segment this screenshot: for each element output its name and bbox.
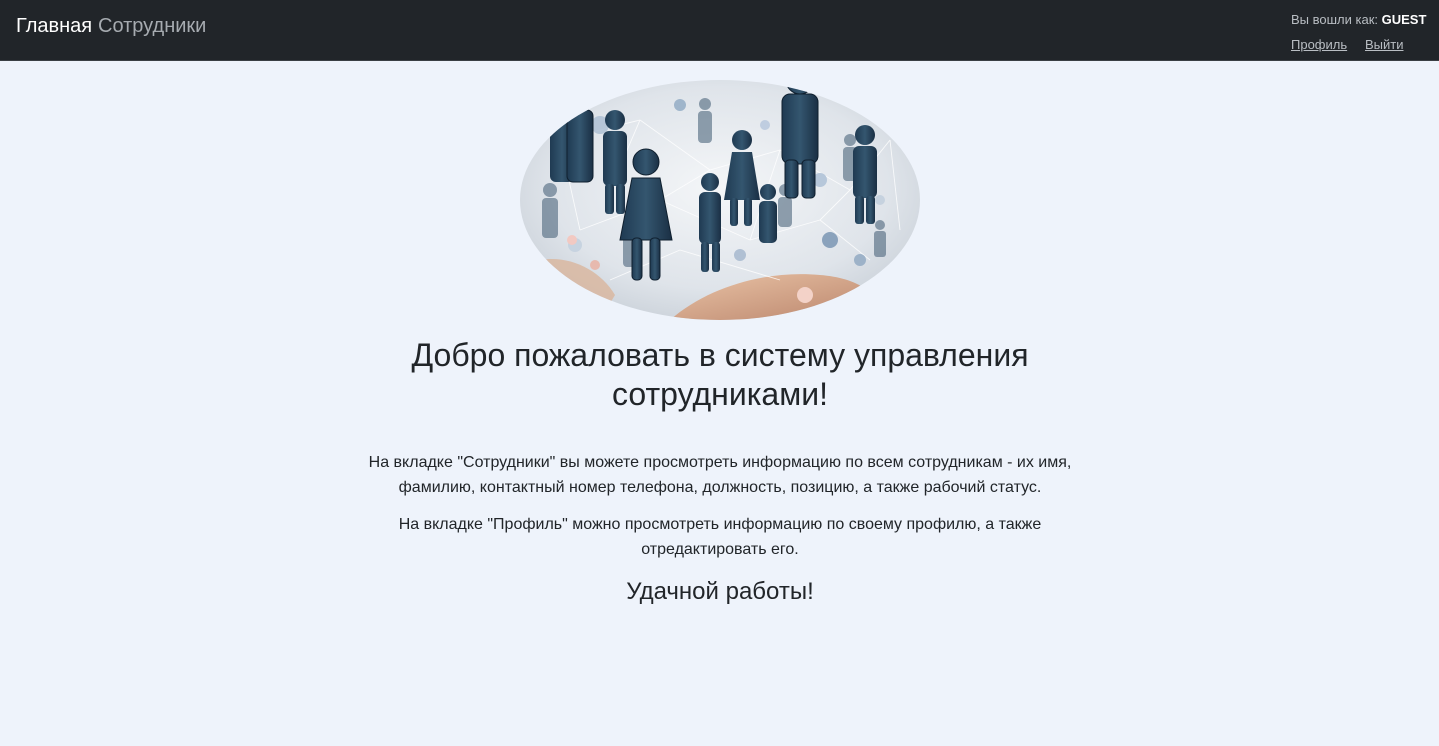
- hero-image: [520, 80, 920, 320]
- people-network-image: [520, 80, 920, 320]
- welcome-title: Добро пожаловать в систему управления со…: [411, 337, 1029, 412]
- username: GUEST: [1381, 12, 1427, 27]
- nav-employees-link[interactable]: Сотрудники: [98, 14, 206, 38]
- logout-link[interactable]: Выйти: [1365, 37, 1404, 53]
- closing-message: Удачной работы!: [626, 578, 814, 605]
- logged-in-info: Вы вошли как: GUEST: [1291, 12, 1426, 28]
- top-navbar: Главная Сотрудники Вы вошли как: GUEST П…: [0, 0, 1439, 61]
- employees-tab-description: На вкладке "Сотрудники" вы можете просмо…: [368, 454, 1072, 496]
- logged-in-label: Вы вошли как:: [1291, 12, 1379, 27]
- nav-home-link[interactable]: Главная: [16, 14, 92, 38]
- profile-link[interactable]: Профиль: [1291, 37, 1347, 53]
- profile-tab-description: На вкладке "Профиль" можно просмотреть и…: [398, 516, 1042, 558]
